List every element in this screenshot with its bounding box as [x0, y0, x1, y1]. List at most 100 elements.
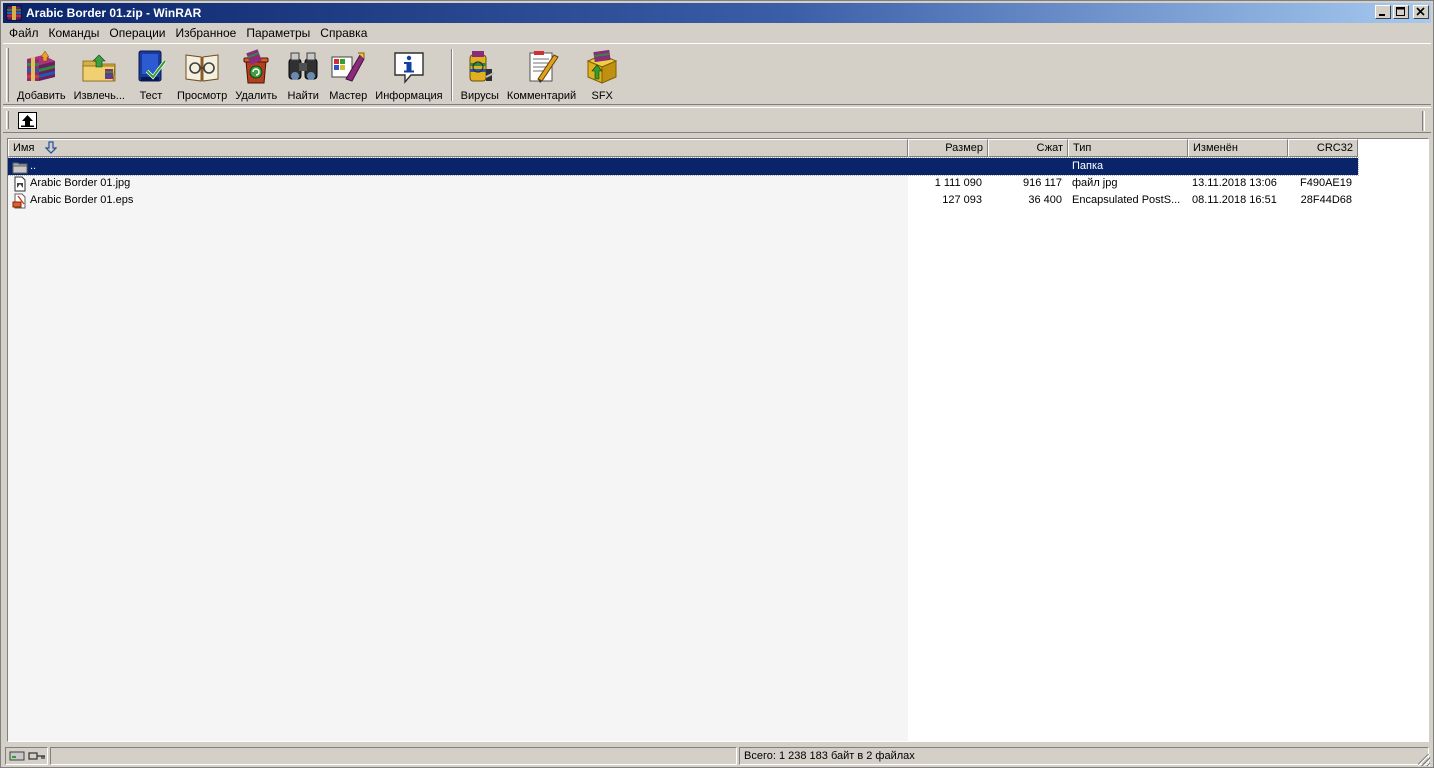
arrow-up-icon [21, 114, 34, 127]
file-size: 1 111 090 [934, 177, 982, 189]
menu-commands[interactable]: Команды [44, 24, 105, 42]
column-type-label: Тип [1073, 142, 1092, 154]
view-button[interactable]: Просмотр [173, 46, 231, 104]
drive-icon[interactable] [9, 750, 25, 762]
table-row[interactable]: .. Папка [8, 157, 1359, 176]
test-button-label: Тест [139, 90, 163, 102]
column-name[interactable]: Имя [8, 139, 908, 157]
sfx-button[interactable]: SFX [580, 46, 624, 104]
minimize-icon [1379, 14, 1385, 16]
file-packed-size: 916 117 [1023, 177, 1062, 189]
find-icon [285, 49, 321, 85]
file-packed-size: 36 400 [1028, 194, 1062, 206]
comment-button-label: Комментарий [506, 90, 577, 102]
column-modified-label: Изменён [1193, 142, 1238, 154]
extract-icon [81, 49, 117, 85]
window-title: Arabic Border 01.zip - WinRAR [26, 6, 202, 20]
file-crc: F490AE19 [1300, 177, 1352, 189]
column-packed-label: Сжат [1036, 142, 1063, 154]
view-button-label: Просмотр [176, 90, 228, 102]
sfx-button-label: SFX [591, 90, 613, 102]
extract-button-label: Извлечь... [73, 90, 125, 102]
delete-button[interactable]: Удалить [231, 46, 281, 104]
maximize-button[interactable] [1393, 5, 1409, 19]
file-list[interactable]: Имя Размер Сжат Тип Изменён CRC32 .. Пап… [7, 138, 1429, 742]
column-type[interactable]: Тип [1068, 139, 1188, 157]
column-packed[interactable]: Сжат [988, 139, 1068, 157]
test-button[interactable]: Тест [129, 46, 173, 104]
address-bar-grip[interactable] [6, 111, 9, 129]
table-row[interactable]: Arabic Border 01.jpg 1 111 090 916 117 ф… [8, 175, 1358, 192]
menu-favorites[interactable]: Избранное [171, 24, 242, 42]
file-type: файл jpg [1072, 177, 1118, 189]
test-icon [133, 49, 169, 85]
up-folder-button[interactable] [18, 112, 37, 129]
toolbar-grip[interactable] [6, 48, 9, 102]
info-icon [391, 49, 427, 85]
menu-help[interactable]: Справка [315, 24, 372, 42]
status-drive-panel [5, 747, 48, 765]
winrar-window: Arabic Border 01.zip - WinRAR Файл Коман… [0, 0, 1434, 768]
column-crc[interactable]: CRC32 [1288, 139, 1358, 157]
minimize-button[interactable] [1375, 5, 1391, 19]
file-crc: 28F44D68 [1300, 194, 1352, 206]
menu-options[interactable]: Параметры [241, 24, 315, 42]
close-button[interactable] [1413, 5, 1429, 19]
file-name: .. [30, 160, 37, 172]
name-column-shade [8, 157, 908, 741]
file-type: Папка [1072, 160, 1104, 172]
column-size[interactable]: Размер [908, 139, 988, 157]
key-lock-icon[interactable] [28, 750, 46, 762]
column-size-label: Размер [945, 142, 983, 154]
table-row[interactable]: Arabic Border 01.eps 127 093 36 400 Enca… [8, 192, 1358, 209]
status-bar: Всего: 1 238 183 байт в 2 файлах [3, 745, 1431, 767]
file-size: 127 093 [942, 194, 982, 206]
eps-file-icon [12, 193, 28, 209]
delete-button-label: Удалить [235, 90, 278, 102]
close-icon [1416, 7, 1425, 16]
column-modified[interactable]: Изменён [1188, 139, 1288, 157]
file-name: Arabic Border 01.jpg [30, 177, 131, 189]
title-bar[interactable]: Arabic Border 01.zip - WinRAR [3, 3, 1431, 23]
info-button[interactable]: Информация [371, 46, 446, 104]
column-header: Имя Размер Сжат Тип Изменён CRC32 [8, 139, 1358, 157]
comment-button[interactable]: Комментарий [503, 46, 580, 104]
main-toolbar: Добавить Извлечь... Тест Просмотр Удалит… [13, 46, 624, 104]
address-bar-splitter[interactable] [1422, 111, 1425, 131]
wizard-button[interactable]: Мастер [325, 46, 371, 104]
file-type: Encapsulated PostS... [1072, 194, 1181, 206]
winrar-app-icon[interactable] [6, 5, 22, 21]
status-selection-panel [50, 747, 737, 765]
view-icon [184, 49, 220, 85]
wizard-icon [330, 49, 366, 85]
status-summary: Всего: 1 238 183 байт в 2 файлах [739, 747, 1429, 765]
address-bar [3, 107, 1431, 133]
maximize-icon [1396, 7, 1405, 16]
toolbar-separator [450, 49, 453, 101]
menu-bar: Файл Команды Операции Избранное Параметр… [3, 24, 1431, 42]
wizard-button-label: Мастер [329, 90, 368, 102]
jpg-file-icon [12, 176, 28, 192]
virus-scan-icon [462, 49, 498, 85]
sfx-icon [584, 49, 620, 85]
comment-icon [524, 49, 560, 85]
info-button-label: Информация [375, 90, 443, 102]
menu-file[interactable]: Файл [3, 24, 44, 42]
menu-operations[interactable]: Операции [104, 24, 170, 42]
extract-button[interactable]: Извлечь... [70, 46, 129, 104]
column-crc-label: CRC32 [1316, 142, 1353, 154]
toolbar-band: Добавить Извлечь... Тест Просмотр Удалит… [3, 43, 1431, 105]
resize-grip[interactable] [1418, 754, 1430, 766]
virus-scan-button[interactable]: Вирусы [457, 46, 503, 104]
virus-scan-button-label: Вирусы [460, 90, 499, 102]
column-name-label: Имя [13, 142, 35, 154]
sort-down-icon [45, 141, 57, 154]
add-button-label: Добавить [17, 90, 66, 102]
find-button[interactable]: Найти [281, 46, 325, 104]
folder-up-icon [12, 159, 28, 175]
file-modified: 13.11.2018 13:06 [1192, 177, 1277, 189]
add-archive-icon [23, 49, 59, 85]
add-button[interactable]: Добавить [13, 46, 70, 104]
find-button-label: Найти [287, 90, 319, 102]
file-modified: 08.11.2018 16:51 [1192, 194, 1277, 206]
